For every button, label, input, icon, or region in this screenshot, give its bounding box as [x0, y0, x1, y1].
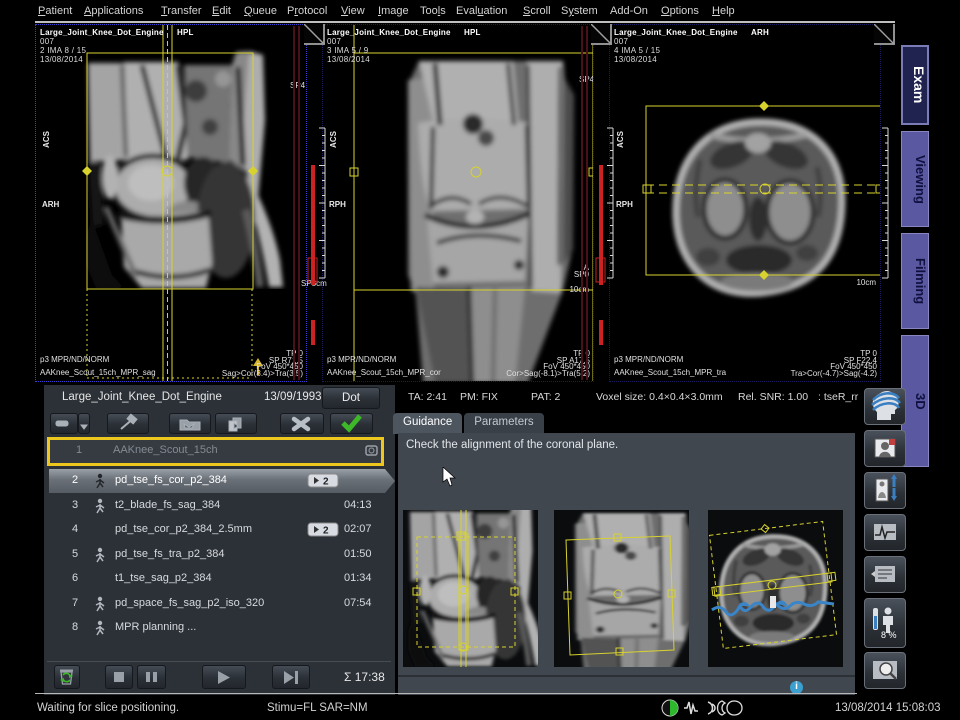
- svg-text:2: 2: [323, 477, 329, 488]
- svg-text:2: 2: [323, 526, 329, 537]
- svg-text:8 %: 8 %: [881, 630, 897, 640]
